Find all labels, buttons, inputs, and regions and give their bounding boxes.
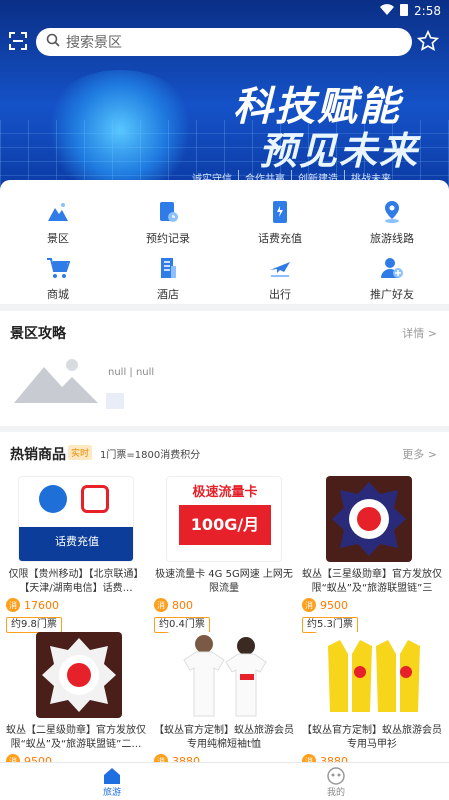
product-ticket-count: 约5.3门票 <box>302 617 358 633</box>
product-image <box>36 632 122 718</box>
realtime-badge: 实时 <box>68 445 93 460</box>
booking-icon <box>160 202 178 222</box>
tab-label: 我的 <box>326 788 345 798</box>
product-image-subcaption: 100G/月 <box>179 505 271 545</box>
menu-label: 景区 <box>47 232 69 245</box>
menu-item-mall[interactable]: 商城 <box>2 256 114 306</box>
product-name: 【蚁丛官方定制】蚁丛旅游会员专用纯棉短袖t恤 <box>154 725 294 750</box>
product-image-caption: 话费充值 <box>19 527 133 561</box>
product-image <box>314 632 430 718</box>
guide-item-text[interactable]: null | null <box>108 367 154 378</box>
product-price-value: 9500 <box>320 598 348 612</box>
product-image: 极速流量卡 100G/月 <box>166 476 282 562</box>
search-input[interactable]: 搜索景区 <box>36 28 412 56</box>
guide-section: 景区攻略 详情 > null | null <box>0 311 449 426</box>
invite-icon <box>381 258 403 278</box>
product-image <box>326 476 412 562</box>
product-name: 【蚁丛官方定制】蚁丛旅游会员专用马甲衫 <box>302 725 442 750</box>
vest-icon <box>328 640 420 712</box>
product-name: 蚁丛【二星级勋章】官方发放仅限“蚁丛”及“旅游联盟链”二… <box>6 725 146 750</box>
guide-title: 景区攻略 <box>10 326 66 342</box>
route-icon <box>385 201 399 223</box>
product-card[interactable]: 话费充值 仅限【贵州移动】【北京联通】【天津/湖南电信】话费… 消 17600 约… <box>2 476 150 636</box>
menu-item-scenic[interactable]: 景区 <box>2 200 114 250</box>
menu-label: 酒店 <box>157 288 179 301</box>
battery-icon <box>400 3 409 19</box>
points-icon: 消 <box>6 598 20 612</box>
product-image <box>166 632 282 718</box>
tab-mine[interactable]: 我的 <box>306 767 366 798</box>
scenic-icon <box>48 203 68 221</box>
hot-more-link[interactable]: 更多 > <box>402 446 437 462</box>
menu-item-hotel[interactable]: 酒店 <box>112 256 224 306</box>
points-icon: 消 <box>154 598 168 612</box>
tab-label: 旅游 <box>102 788 121 798</box>
tab-travel[interactable]: 旅游 <box>82 767 142 798</box>
points-icon: 消 <box>302 598 316 612</box>
profile-icon <box>327 767 345 785</box>
cart-icon <box>47 258 70 278</box>
menu-label: 出行 <box>269 288 291 301</box>
product-name: 极速流量卡 4G 5G网速 上网无限流量 <box>155 569 293 594</box>
favorite-star-icon[interactable] <box>416 29 440 52</box>
quick-menu: 景区 预约记录 话费充值 旅游线路 商城 酒店 出行 推广好友 <box>0 180 449 304</box>
menu-item-route[interactable]: 旅游线路 <box>336 200 448 250</box>
hotel-icon <box>161 258 176 278</box>
menu-item-recharge[interactable]: 话费充值 <box>224 200 336 250</box>
scan-icon[interactable] <box>8 31 28 51</box>
product-price: 消 17600 <box>6 598 59 612</box>
product-ticket-count: 约0.4门票 <box>154 617 210 633</box>
menu-label: 话费充值 <box>258 232 302 245</box>
product-name: 蚁丛【三星级勋章】官方发放仅限“蚁丛”及“旅游联盟链”三星… <box>302 569 442 594</box>
product-card[interactable]: 极速流量卡 100G/月 极速流量卡 4G 5G网速 上网无限流量 消 800 约… <box>150 476 298 636</box>
product-price-value: 800 <box>172 598 193 612</box>
medal-icon <box>42 638 116 712</box>
menu-item-travel[interactable]: 出行 <box>224 256 336 306</box>
product-card[interactable]: 蚁丛【三星级勋章】官方发放仅限“蚁丛”及“旅游联盟链”三星… 消 9500 约5.… <box>298 476 446 636</box>
search-placeholder: 搜索景区 <box>66 35 122 51</box>
wifi-icon <box>380 3 395 19</box>
home-icon <box>104 768 120 784</box>
menu-item-booking[interactable]: 预约记录 <box>112 200 224 250</box>
plane-icon <box>270 262 290 277</box>
hot-products-section: 热销商品 实时 1门票=1800消费积分 更多 > 话费充值 仅限【贵州移动】【… <box>0 432 449 768</box>
menu-label: 商城 <box>47 288 69 301</box>
menu-label: 旅游线路 <box>370 232 414 245</box>
menu-label: 推广好友 <box>370 288 414 301</box>
phone-recharge-icon <box>273 201 287 223</box>
medal-icon <box>332 482 406 556</box>
product-price: 消 800 <box>154 598 193 612</box>
search-icon <box>46 33 66 51</box>
guide-more-link[interactable]: 详情 > <box>402 325 437 341</box>
product-price: 消 9500 <box>302 598 348 612</box>
product-image: 话费充值 <box>18 476 134 562</box>
status-bar: 2:58 <box>0 0 449 20</box>
product-name: 仅限【贵州移动】【北京联通】【天津/湖南电信】话费… <box>8 569 144 594</box>
guide-item-placeholder <box>106 393 124 409</box>
product-ticket-count: 约9.8门票 <box>6 617 62 633</box>
product-price-value: 17600 <box>24 598 59 612</box>
tshirt-icon <box>183 635 267 717</box>
top-bar: 搜索景区 <box>0 24 449 60</box>
status-time: 2:58 <box>414 4 441 18</box>
bottom-tab-bar: 旅游 我的 <box>0 762 449 800</box>
menu-label: 预约记录 <box>146 232 190 245</box>
hot-subtitle: 1门票=1800消费积分 <box>100 450 201 461</box>
placeholder-image-icon <box>14 359 98 403</box>
hot-title: 热销商品 <box>10 447 66 463</box>
menu-item-invite[interactable]: 推广好友 <box>336 256 448 306</box>
banner-title-line2: 预见未来 <box>258 129 419 173</box>
product-image-caption: 极速流量卡 <box>192 485 258 500</box>
